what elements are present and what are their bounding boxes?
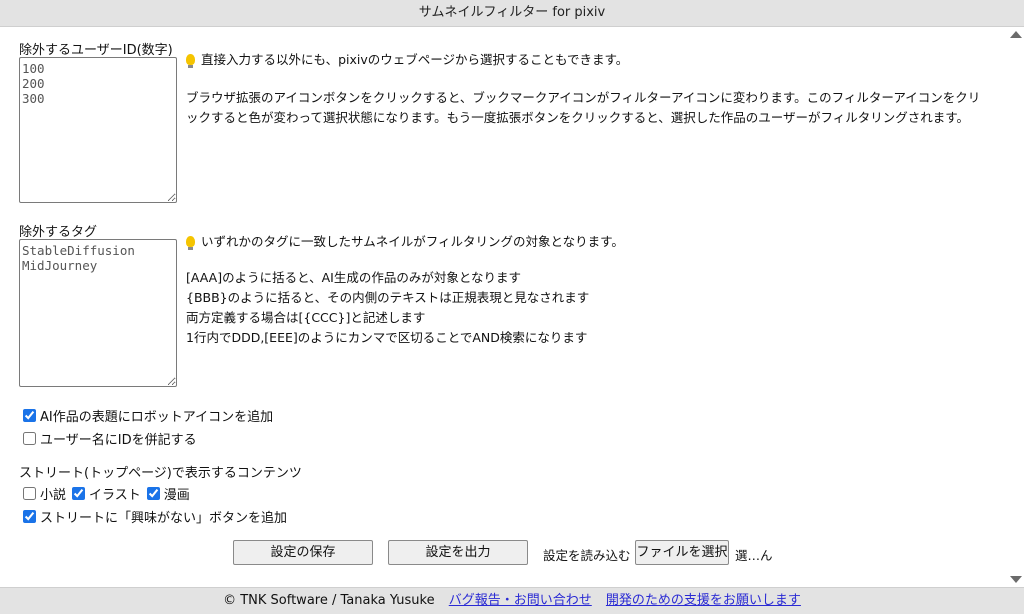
robot-icon-checkbox[interactable] — [23, 409, 36, 422]
lightbulb-icon — [186, 54, 195, 68]
lightbulb-icon — [186, 236, 195, 250]
scroll-down-arrow-icon[interactable] — [1010, 576, 1022, 583]
bug-report-link[interactable]: バグ報告・お問い合わせ — [449, 593, 592, 608]
tag-label: 除外するタグ — [19, 225, 98, 240]
file-status-text: 選…ん — [735, 548, 773, 563]
user-id-label: 除外するユーザーID(数字) — [19, 43, 173, 58]
choose-file-button[interactable]: ファイルを選択 — [635, 540, 729, 565]
user-id-textarea[interactable]: 100 200 300 — [19, 57, 177, 203]
save-settings-button[interactable]: 設定の保存 — [233, 540, 373, 565]
copyright-text: © TNK Software / Tanaka Yusuke — [223, 593, 435, 608]
export-settings-button[interactable]: 設定を出力 — [388, 540, 528, 565]
vertical-scrollbar[interactable] — [1008, 27, 1024, 587]
manga-checkbox[interactable] — [146, 487, 160, 500]
support-link[interactable]: 開発のための支援をお願いします — [606, 593, 801, 608]
novel-label: 小説 — [40, 488, 67, 503]
street-content-options: 小説 イラスト 漫画 — [23, 484, 196, 503]
scroll-up-arrow-icon[interactable] — [1010, 31, 1022, 38]
tag-help-line-5: 1行内でDDD,[EEE]のようにカンマで区切ることでAND検索になります — [186, 330, 588, 345]
tag-help-line-4: 両方定義する場合は[{CCC}]と記述します — [186, 310, 426, 325]
not-interested-checkbox[interactable] — [23, 510, 36, 523]
show-id-option[interactable]: ユーザー名にIDを併記する — [23, 429, 203, 448]
tag-help-line-3: {BBB}のように括ると、その内側のテキストは正規表現と見なされます — [186, 290, 590, 305]
window-title: サムネイルフィルター for pixiv — [0, 0, 1024, 27]
manga-label: 漫画 — [163, 488, 190, 503]
user-id-help: 直接入力する以外にも、pixivのウェブページから選択することもできます。 ブラ… — [186, 50, 986, 128]
not-interested-label: ストリートに「興味がない」ボタンを追加 — [40, 511, 288, 526]
robot-icon-option-label: AI作品の表題にロボットアイコンを追加 — [40, 410, 274, 425]
illust-checkbox[interactable] — [72, 487, 86, 500]
novel-checkbox[interactable] — [23, 487, 36, 500]
tag-textarea[interactable]: StableDiffusion MidJourney — [19, 239, 177, 387]
not-interested-option[interactable]: ストリートに「興味がない」ボタンを追加 — [23, 507, 293, 526]
user-id-help-line-2: ブラウザ拡張のアイコンボタンをクリックすると、ブックマークアイコンがフィルターア… — [186, 90, 981, 125]
footer: © TNK Software / Tanaka Yusuke バグ報告・お問い合… — [0, 587, 1024, 614]
tag-help-line-2: [AAA]のように括ると、AI生成の作品のみが対象となります — [186, 270, 521, 285]
show-id-checkbox[interactable] — [23, 432, 36, 445]
illust-label: イラスト — [89, 488, 141, 503]
tag-help: いずれかのタグに一致したサムネイルがフィルタリングの対象となります。 [AAA]… — [186, 232, 986, 348]
robot-icon-option[interactable]: AI作品の表題にロボットアイコンを追加 — [23, 406, 279, 425]
import-settings-label: 設定を読み込む — [543, 548, 631, 563]
tag-help-line-1: いずれかのタグに一致したサムネイルがフィルタリングの対象となります。 — [201, 234, 624, 249]
user-id-help-line-1: 直接入力する以外にも、pixivのウェブページから選択することもできます。 — [201, 52, 629, 67]
street-section-label: ストリート(トップページ)で表示するコンテンツ — [19, 466, 302, 481]
show-id-option-label: ユーザー名にIDを併記する — [40, 433, 197, 448]
